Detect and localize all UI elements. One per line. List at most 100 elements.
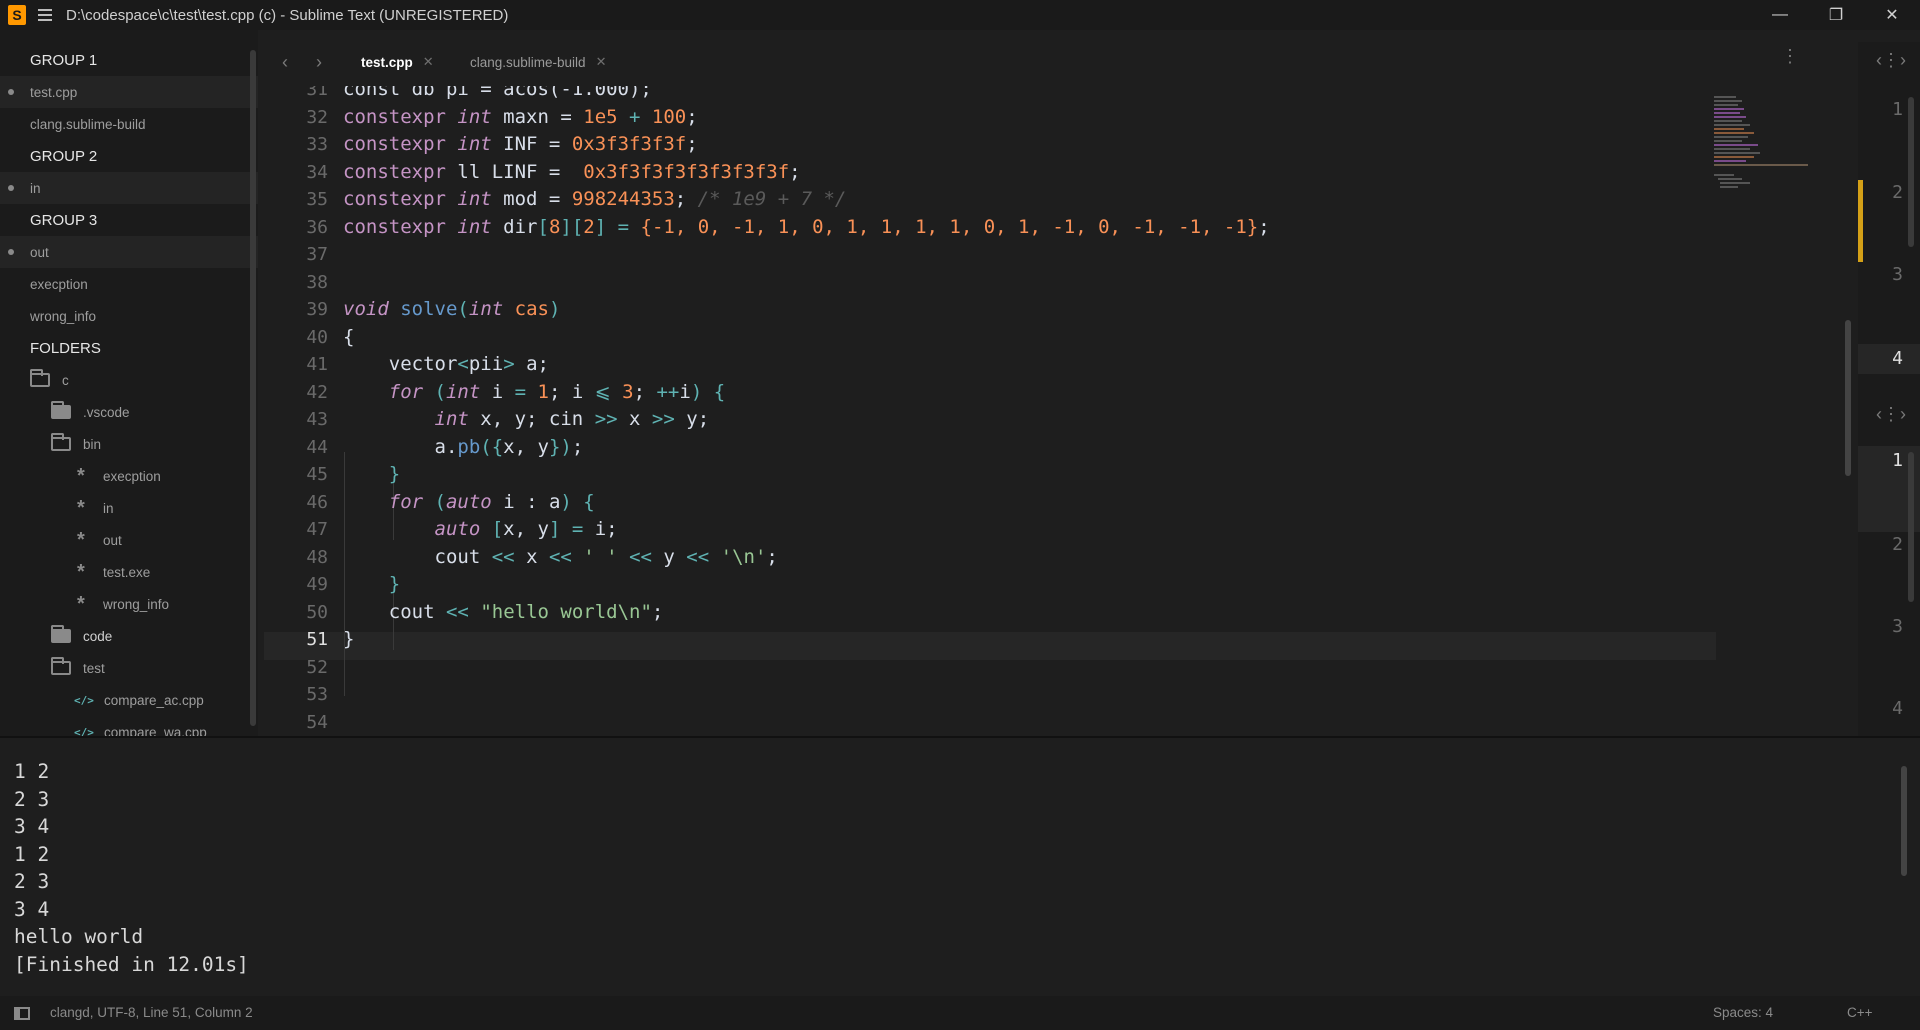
- build-output-panel[interactable]: 1 2 2 3 3 4 1 2 2 3 3 4 hello world [Fin…: [0, 738, 1920, 996]
- current-line-highlight: [264, 632, 1716, 660]
- open-file-execption[interactable]: execption: [0, 268, 258, 300]
- code-line: }: [343, 628, 355, 650]
- tab-label: clang.sublime-build: [470, 54, 586, 70]
- code-line: auto [x, y] = i;: [434, 518, 618, 540]
- asterisk-file-icon: *: [77, 561, 85, 583]
- close-icon[interactable]: ✕: [423, 54, 434, 70]
- folder-c[interactable]: c: [0, 364, 258, 396]
- line-number: 34: [306, 161, 328, 183]
- tab-clang-build[interactable]: clang.sublime-build ✕: [470, 54, 606, 70]
- folder-test[interactable]: test: [0, 652, 258, 684]
- line-number: 42: [306, 381, 328, 403]
- line-number: 45: [306, 464, 328, 485]
- open-file-in[interactable]: in: [0, 172, 258, 204]
- window-title: D:\codespace\c\test\test.cpp (c) - Subli…: [66, 6, 509, 24]
- folder-label: code: [83, 628, 113, 644]
- open-file-clang-build[interactable]: clang.sublime-build: [0, 108, 258, 140]
- close-icon[interactable]: ✕: [596, 54, 607, 70]
- group-header: GROUP 2: [30, 147, 98, 165]
- output-line: 3 4: [14, 897, 50, 921]
- syntax-selector[interactable]: C++: [1847, 1005, 1873, 1020]
- open-file-test-cpp[interactable]: test.cpp: [0, 76, 258, 108]
- modified-dot-icon: [8, 185, 14, 191]
- tab-back-icon[interactable]: ‹: [282, 52, 288, 73]
- asterisk-file-icon: *: [77, 529, 85, 551]
- folder-label: test: [83, 660, 105, 676]
- line-number: 37: [306, 244, 328, 265]
- asterisk-file-icon: *: [77, 465, 85, 487]
- right-split-pane: ‹⋮› 1 2 3 4 ‹⋮› 1 2 3 4: [1858, 42, 1920, 736]
- minimize-button[interactable]: —: [1752, 0, 1808, 30]
- sidebar-toggle-icon[interactable]: [14, 1007, 30, 1020]
- output-line: 2 3: [14, 787, 50, 811]
- group-header: GROUP 1: [30, 51, 98, 69]
- output-line: 1 2: [14, 842, 50, 866]
- tab-forward-icon[interactable]: ›: [316, 52, 322, 73]
- asterisk-file-icon: *: [77, 497, 85, 519]
- open-file-wrong-info[interactable]: wrong_info: [0, 300, 258, 332]
- output-scrollbar[interactable]: [1901, 766, 1907, 876]
- tab-label: test.cpp: [361, 54, 413, 70]
- tree-file[interactable]: </> compare_wa.cpp: [0, 716, 258, 738]
- pane-scrollbar[interactable]: [1908, 452, 1914, 602]
- line-number: 38: [306, 271, 328, 293]
- close-button[interactable]: ✕: [1864, 0, 1920, 30]
- code-editor[interactable]: 31 32 33 34 35 36 37 38 39 40 41 42 43 4…: [264, 86, 1716, 736]
- line-number: 50: [306, 601, 328, 623]
- output-line: [Finished in 12.01s]: [14, 952, 249, 976]
- tree-file[interactable]: * test.exe: [0, 556, 258, 588]
- tree-file[interactable]: * execption: [0, 460, 258, 492]
- output-line: 2 3: [14, 870, 50, 893]
- output-line: 1 2: [14, 760, 50, 783]
- line-number: 41: [306, 354, 328, 375]
- tree-file[interactable]: * out: [0, 524, 258, 556]
- tree-file[interactable]: * in: [0, 492, 258, 524]
- asterisk-file-icon: *: [77, 593, 85, 615]
- sidebar-scrollbar[interactable]: [250, 50, 256, 726]
- file-label: compare_ac.cpp: [104, 692, 204, 708]
- folder-code[interactable]: code: [0, 620, 258, 652]
- editor-scrollbar[interactable]: [1845, 320, 1851, 476]
- line-number: 36: [306, 216, 328, 238]
- hamburger-menu-icon[interactable]: [38, 9, 54, 21]
- split-toggle-icon[interactable]: ‹⋮›: [1876, 50, 1906, 71]
- line-number: 1: [1892, 99, 1903, 120]
- folder-bin[interactable]: bin: [0, 428, 258, 460]
- folder-open-icon: [51, 657, 71, 675]
- pane-scrollbar[interactable]: [1908, 97, 1914, 247]
- code-file-icon: </>: [74, 693, 94, 707]
- folder-open-icon: [51, 433, 71, 451]
- code-line: {: [343, 325, 355, 348]
- line-number: 3: [1892, 264, 1903, 285]
- tree-file[interactable]: </> compare_ac.cpp: [0, 684, 258, 716]
- tree-file[interactable]: * wrong_info: [0, 588, 258, 620]
- code-line: void solve(int cas): [343, 298, 561, 320]
- file-label: in: [30, 180, 41, 196]
- file-label: test.exe: [103, 564, 151, 580]
- split-toggle-icon[interactable]: ‹⋮›: [1876, 404, 1906, 425]
- line-number: 4: [1892, 698, 1903, 719]
- folder-label: c: [62, 372, 69, 388]
- code-line: constexpr int INF = 0x3f3f3f3f;: [343, 133, 698, 155]
- modified-dot-icon: [8, 249, 14, 255]
- minimap[interactable]: [1714, 96, 1814, 196]
- indentation-setting[interactable]: Spaces: 4: [1713, 1005, 1773, 1020]
- line-number: 2: [1892, 534, 1903, 555]
- open-file-out[interactable]: out: [0, 236, 258, 268]
- line-number-current: 4: [1892, 348, 1903, 369]
- file-label: wrong_info: [103, 596, 170, 612]
- folder-label: bin: [83, 436, 102, 452]
- sidebar: GROUP 1 test.cpp clang.sublime-build GRO…: [0, 30, 258, 737]
- line-number: 33: [306, 134, 328, 155]
- folder-closed-icon: [51, 401, 71, 419]
- code-line: vector<pii> a;: [388, 353, 549, 375]
- line-number: 44: [306, 436, 328, 458]
- line-number: 47: [306, 519, 328, 540]
- file-label: out: [30, 244, 49, 260]
- code-line: const db pi = acos(-1.000);: [343, 86, 652, 100]
- tab-more-icon[interactable]: ⋮: [1781, 47, 1799, 65]
- folder-vscode[interactable]: .vscode: [0, 396, 258, 428]
- tab-test-cpp[interactable]: test.cpp ✕: [361, 54, 434, 70]
- sublime-logo-icon[interactable]: S: [8, 5, 26, 25]
- restore-button[interactable]: ❐: [1808, 0, 1864, 30]
